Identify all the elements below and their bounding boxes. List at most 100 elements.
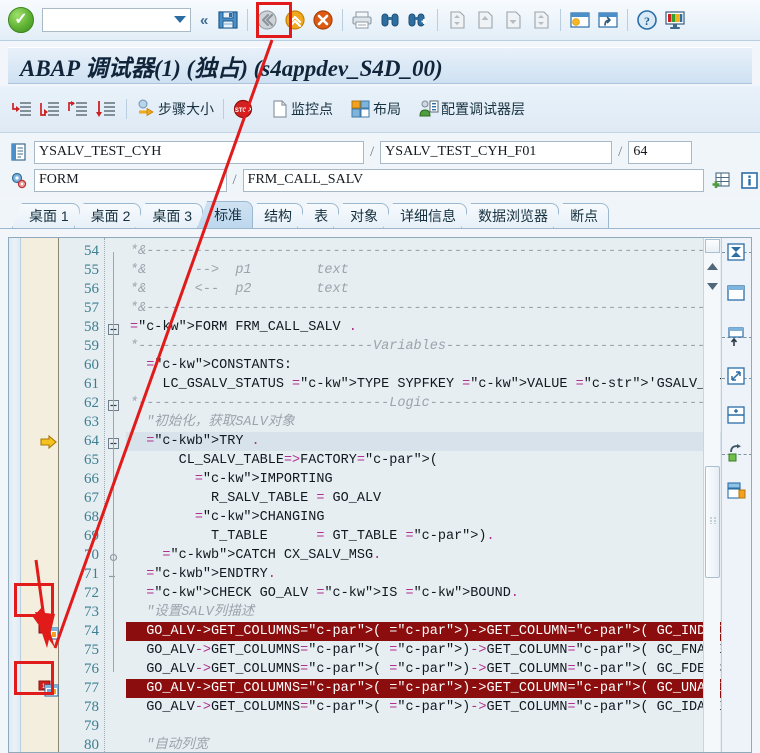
code-line[interactable]: GO_ALV->GET_COLUMNS="c-par">( ="c-par">)… [126,679,721,698]
code-line[interactable]: GO_ALV->GET_COLUMNS="c-par">( ="c-par">)… [126,622,721,641]
code-line[interactable]: ="c-kw">IMPORTING [126,470,333,489]
exit-icon[interactable] [282,7,308,33]
step-size-button[interactable]: 步骤大小 [133,94,217,124]
services-icon[interactable] [726,481,748,503]
code-line[interactable]: *&--------------------------------------… [126,242,713,261]
fold-collapse-icon[interactable] [108,398,120,411]
tab-9[interactable]: 断点 [553,203,610,228]
code-line[interactable] [126,717,130,736]
add-row-icon[interactable] [710,169,732,191]
code-line[interactable]: ="c-kwb">TRY . [126,432,259,451]
scroll-down-button[interactable] [704,278,721,295]
code-line[interactable]: CL_SALV_TABLE=>FACTORY="c-par">( [126,451,438,470]
watchpoint-button[interactable]: 监控点 [268,94,336,124]
continue-button[interactable] [92,94,120,124]
green-check-icon[interactable]: ✓ [8,7,34,33]
fold-collapse-icon[interactable] [108,436,120,449]
code-line[interactable]: ="c-kwb">ENDTRY. [126,565,276,584]
collapse-toolbar-button[interactable]: « [200,12,208,29]
code-fold-column[interactable] [104,238,126,752]
field-separator: / [370,143,375,160]
include-name-input[interactable] [380,140,613,164]
event-name-input[interactable] [242,168,704,192]
stop-button[interactable]: STOP [230,94,256,124]
code-line[interactable]: ="c-kwb">CATCH CX_SALV_MSG. [126,546,381,565]
code-line[interactable]: GO_ALV->GET_COLUMNS="c-par">( ="c-par">)… [126,641,721,660]
help-icon[interactable]: ? [634,7,660,33]
tab-8[interactable]: 数据浏览器 [461,203,560,228]
code-line[interactable]: "设置SALV列描述 [126,603,254,622]
code-line[interactable]: GO_ALV->GET_COLUMNS="c-par">( ="c-par">)… [126,660,721,679]
code-line[interactable]: *-----------------------------Variables-… [126,337,705,356]
new-window-icon[interactable] [726,283,748,305]
code-line[interactable]: GO_ALV->GET_COLUMNS="c-par">( ="c-par">)… [126,698,721,717]
restore-icon[interactable] [726,326,748,348]
configure-debugger-layer-button[interactable]: 配置调试器层 [416,94,528,124]
yellow-arrow-icon [40,434,58,450]
code-line[interactable]: "自动列宽 [126,736,208,752]
breakpoint-icon[interactable]: 1 [38,680,60,697]
code-line[interactable]: *&--------------------------------------… [126,299,713,318]
tab-5[interactable]: 表 [297,203,340,228]
tab-1[interactable]: 桌面 2 [73,203,142,228]
scrollbar-thumb[interactable] [705,466,720,578]
code-line[interactable]: "初始化，获取SALV对象 [126,413,295,432]
line-number: 57 [84,300,99,316]
print-icon[interactable] [349,7,375,33]
back-icon[interactable] [254,7,280,33]
layout-button[interactable]: 布局 [348,94,404,124]
tab-0[interactable]: 桌面 1 [12,203,80,228]
previous-page-icon[interactable] [472,7,498,33]
command-input[interactable] [42,8,191,32]
line-number: 54 [84,243,99,259]
code-line[interactable]: ="c-kw">CHANGING [126,508,325,527]
code-text-column[interactable]: *&--------------------------------------… [126,238,721,752]
code-line[interactable]: LC_GSALV_STATUS ="c-kw">TYPE SYPFKEY ="c… [126,375,721,394]
scrollbar-grip-icon [710,517,718,524]
tab-7[interactable]: 详细信息 [383,203,468,228]
step-over-button[interactable] [36,94,64,124]
cancel-icon[interactable] [310,7,336,33]
code-vertical-scrollbar[interactable] [703,238,720,752]
event-type-input[interactable] [34,168,227,192]
code-line[interactable]: ="c-kw">FORM FRM_CALL_SALV . [126,318,357,337]
scroll-up-button[interactable] [704,258,721,275]
info-icon[interactable] [738,169,760,191]
fold-collapse-icon[interactable] [108,322,120,335]
code-gutter[interactable]: 11 [22,238,59,752]
code-line[interactable]: T_TABLE = GT_TABLE ="c-par">). [126,527,495,546]
source-code-viewer[interactable]: 11 54 55 56 57 58 59 60 61 62 63 64 65 66 67 68 69 70 71 7… [8,237,752,753]
code-line[interactable]: *& --> p1 text [126,261,349,280]
collapse-all-icon[interactable] [726,242,748,264]
customize-local-layout-icon[interactable] [662,7,688,33]
tab-3[interactable]: 标准 [197,201,254,228]
create-shortcut-icon[interactable] [595,7,621,33]
goto-icon[interactable] [726,443,748,465]
code-line[interactable]: R_SALV_TABLE = GO_ALV [126,489,381,508]
command-field-wrapper [42,8,191,32]
code-line[interactable]: ="c-kw">CHECK GO_ALV ="c-kw">IS ="c-kw">… [126,584,519,603]
first-page-icon[interactable] [444,7,470,33]
code-line[interactable]: *& <-- p2 text [126,280,349,299]
new-session-icon[interactable] [567,7,593,33]
breakpoint-icon[interactable]: 1 [38,623,60,640]
last-page-icon[interactable] [528,7,554,33]
next-page-icon[interactable] [500,7,526,33]
save-icon[interactable] [215,7,241,33]
code-tool-rail [721,238,751,752]
tab-6[interactable]: 对象 [333,203,390,228]
find-next-icon[interactable] [405,7,431,33]
program-name-input[interactable] [34,140,364,164]
tab-4[interactable]: 结构 [247,203,304,228]
step-into-button[interactable] [8,94,36,124]
line-number-input[interactable] [628,140,693,164]
code-line[interactable]: ="c-kw">CONSTANTS: [126,356,292,375]
line-number: 80 [84,737,99,753]
scrollbar-top-cap[interactable] [705,239,720,253]
return-button[interactable] [64,94,92,124]
tab-2[interactable]: 桌面 3 [135,203,204,228]
resize-icon[interactable] [726,366,748,388]
code-line[interactable]: *-------------------------------Logic---… [126,394,705,413]
find-icon[interactable] [377,7,403,33]
split-icon[interactable] [726,405,748,427]
